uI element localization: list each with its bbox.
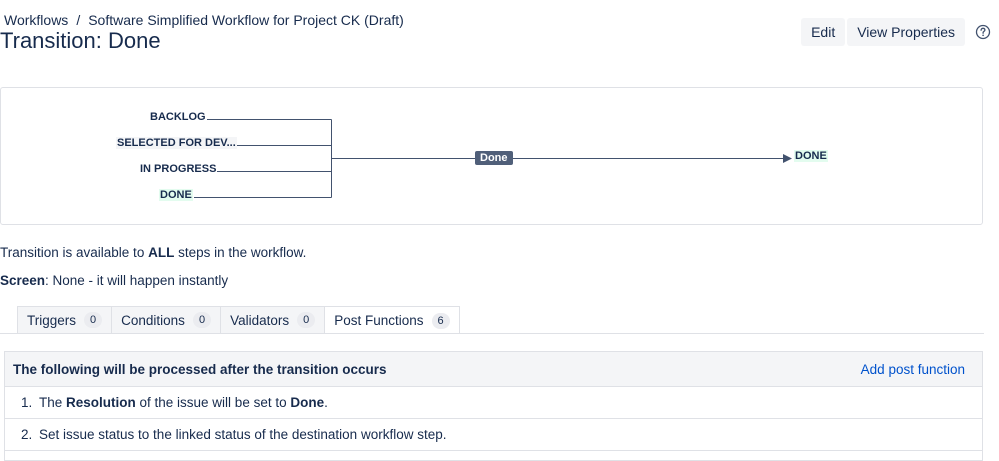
question-circle-icon[interactable] <box>975 24 991 40</box>
post-function-text: The Resolution of the issue will be set … <box>39 395 328 410</box>
list-item: 1. The Resolution of the issue will be s… <box>5 387 982 419</box>
tab-triggers[interactable]: Triggers 0 <box>17 306 113 333</box>
tab-conditions[interactable]: Conditions 0 <box>111 306 222 333</box>
tabs-divider <box>0 333 984 334</box>
breadcrumb-workflows-link[interactable]: Workflows <box>4 12 68 28</box>
source-status-backlog: BACKLOG <box>149 111 207 123</box>
breadcrumb: Workflows / Software Simplified Workflow f… <box>4 12 404 28</box>
tab-count: 0 <box>297 312 316 328</box>
tab-count: 0 <box>84 312 103 328</box>
tab-post-functions[interactable]: Post Functions 6 <box>324 306 460 334</box>
availability-strong: ALL <box>148 245 175 260</box>
list-item: 2. Set issue status to the linked status… <box>5 419 982 451</box>
screen-label: Screen <box>0 273 46 288</box>
edit-button[interactable]: Edit <box>801 18 846 46</box>
tab-count: 0 <box>192 312 212 328</box>
tab-count: 6 <box>431 312 450 329</box>
availability-text: Transition is available to ALL steps in … <box>0 245 307 260</box>
breadcrumb-workflow-link[interactable]: Software Simplified Workflow for Project… <box>88 12 404 28</box>
view-properties-button[interactable]: View Properties <box>847 18 965 46</box>
post-function-text: Set issue status to the linked status of… <box>39 427 447 442</box>
transition-chip: Done <box>475 151 513 165</box>
tab-validators[interactable]: Validators 0 <box>220 306 326 333</box>
breadcrumb-separator: / <box>76 12 81 28</box>
panel-title: The following will be processed after th… <box>13 361 387 377</box>
workflow-diagram: BACKLOG SELECTED FOR DEV... IN PROGRESS … <box>0 87 983 225</box>
source-status-selected-for-dev: SELECTED FOR DEV... <box>116 137 237 149</box>
header-actions: Edit View Properties <box>801 18 991 46</box>
transition-tabs: Triggers 0 Conditions 0 Validators 0 Post F… <box>17 306 460 334</box>
add-post-function-link[interactable]: Add post function <box>861 362 965 377</box>
post-functions-panel: The following will be processed after th… <box>4 351 983 461</box>
destination-status-done: DONE <box>794 150 828 162</box>
page-title: Transition: Done <box>0 28 161 53</box>
source-status-done: DONE <box>159 189 193 201</box>
source-status-in-progress: IN PROGRESS <box>139 163 218 175</box>
panel-header: The following will be processed after th… <box>5 352 982 387</box>
screen-text: Screen: None - it will happen instantly <box>0 273 229 288</box>
